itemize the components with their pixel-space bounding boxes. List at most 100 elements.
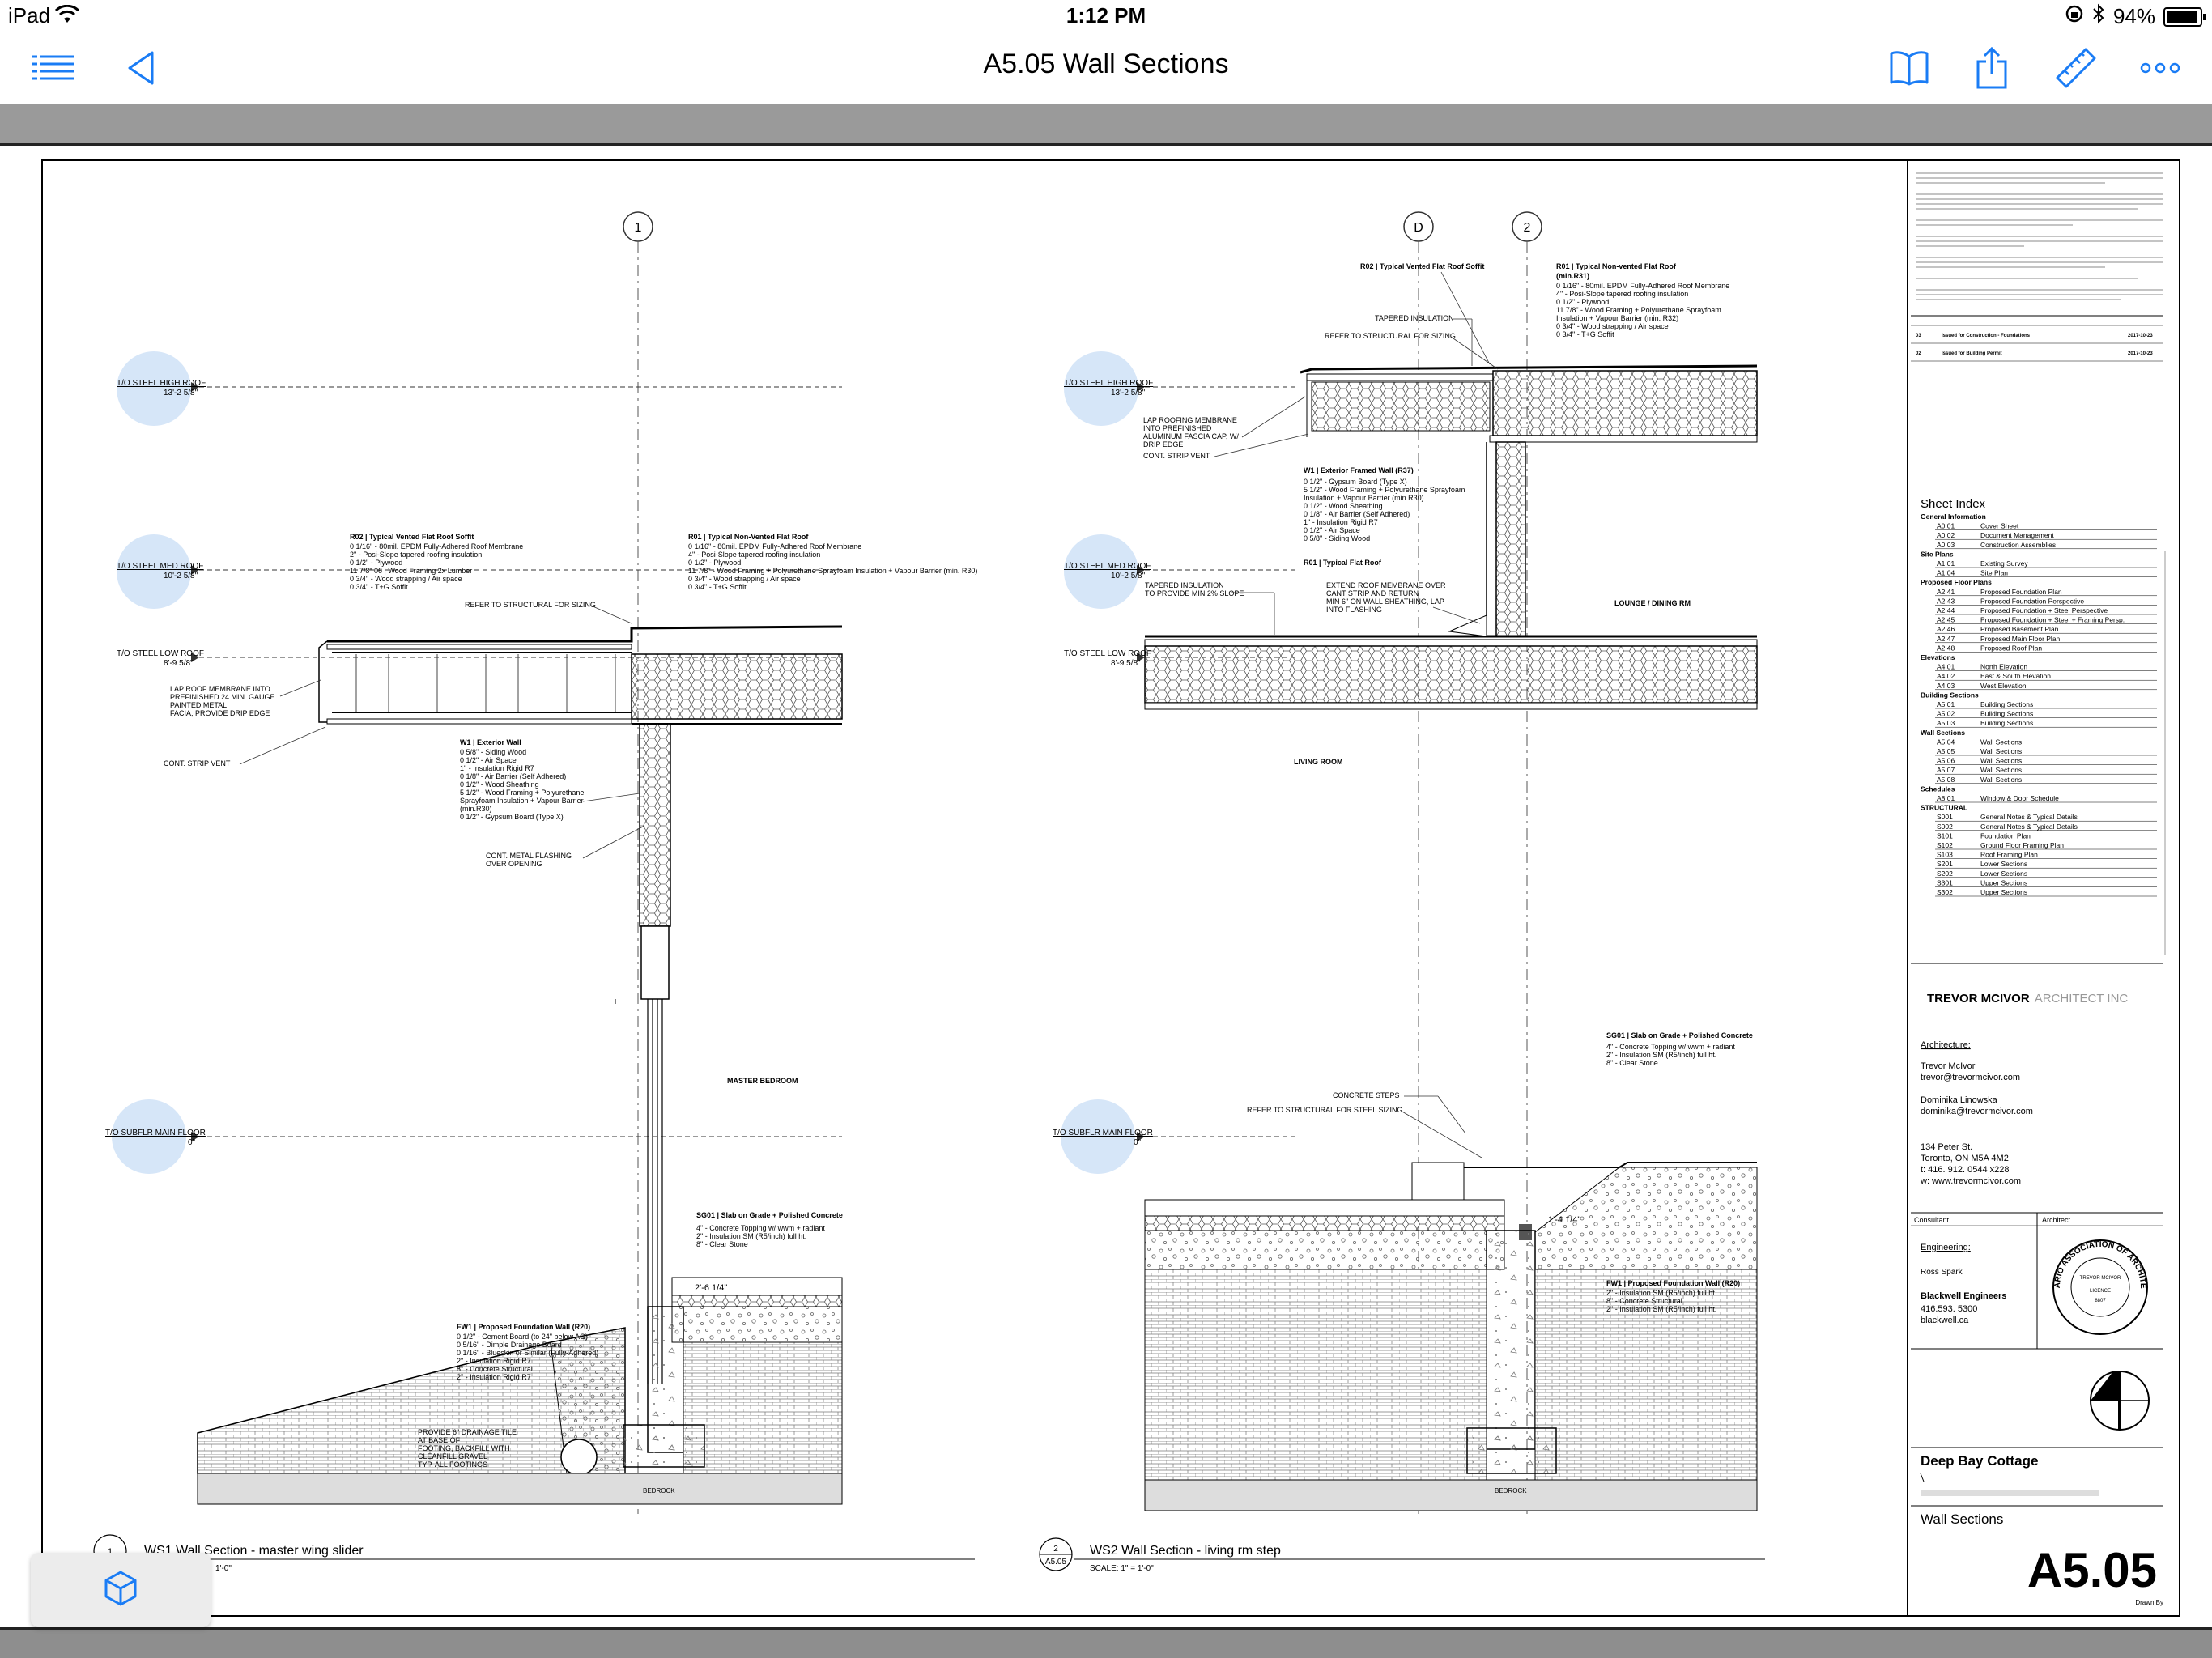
note-line: 0 1/2" - Plywood [1556, 298, 1609, 306]
note-lines: LAP ROOFING MEMBRANE INTO PREFINISHED ALUM… [1143, 416, 1239, 449]
note-line: w: www.trevormcivor.com [1920, 1176, 2021, 1186]
caption-number: 2 [1053, 1545, 1058, 1554]
north-arrow-icon [2090, 1371, 2150, 1431]
sheet-name-cell: Upper Sections [1980, 878, 2027, 886]
sheet-number-cell: A2.43 [1937, 597, 1955, 605]
cube-icon [101, 1569, 140, 1612]
note-lines: 0 1/16" - 80mil. EPDM Fully-Adhered Roof… [688, 542, 977, 591]
status-bar: iPad 1:12 PM 94% [0, 0, 2212, 32]
issue-cell: 03 [1916, 334, 1921, 338]
architect-email: trevor@trevormcivor.com [1921, 1073, 2020, 1082]
sheet-number-cell: A2.47 [1937, 635, 1955, 643]
sheet-number-cell: A0.03 [1937, 541, 1955, 549]
room-label: LOUNGE / DINING RM [1614, 599, 1691, 607]
sheet-name-cell: Existing Survey [1980, 559, 2028, 568]
level-label: T/O STEEL LOW ROOF [117, 649, 204, 658]
sheet-number-cell: S302 [1937, 888, 1953, 896]
issue-cell: 02 [1916, 351, 1921, 356]
sheet-name-cell: Construction Assemblies [1980, 541, 2056, 549]
ruler-icon[interactable] [2050, 44, 2102, 92]
share-icon[interactable] [1966, 44, 2018, 92]
architect-name: Trevor McIvor [1921, 1061, 1976, 1071]
caption-title: WS2 Wall Section - living rm step [1090, 1544, 1281, 1558]
sheet-number-cell: A2.45 [1937, 616, 1955, 624]
caption-scale: 1'-0" [215, 1564, 232, 1573]
note-line: 0 5/8" - Siding Wood [460, 748, 526, 756]
note-line: INTO FLASHING [1326, 606, 1382, 614]
grid-label-d: D [1414, 221, 1423, 235]
note-line: 1" - Insulation Rigid R7 [460, 764, 534, 772]
note-line: 2" - Insulation SM (R5/inch) full ht. [1606, 1305, 1716, 1313]
note-title: SG01 | Slab on Grade + Polished Concrete [696, 1211, 843, 1219]
sheet-name-cell: Foundation Plan [1980, 831, 2031, 840]
book-icon[interactable] [1883, 44, 1935, 92]
sheet-name-cell: Wall Sections [1980, 747, 2022, 755]
sheet-index-title: Sheet Index [1921, 497, 1986, 511]
note-line: DRIP EDGE [1143, 440, 1183, 449]
more-icon[interactable] [2134, 44, 2186, 92]
project-name: Deep Bay Cottage [1921, 1453, 2038, 1469]
sheet-number-cell: S101 [1937, 831, 1953, 840]
ws1-notes: R02 | Typical Vented Flat Roof Soffit 0 … [164, 533, 977, 1494]
ws2-foundation [1144, 1162, 1758, 1511]
sheet-name-cell: Wall Sections [1980, 776, 2022, 784]
sheet-name-cell: Building Sections [1980, 700, 2033, 708]
sheet-number-cell: A4.02 [1937, 672, 1955, 680]
level-label: T/O STEEL HIGH ROOF [1064, 379, 1153, 388]
caption-scale: SCALE: 1" = 1'-0" [1090, 1564, 1154, 1573]
ws1-caption: 1 WS1 Wall Section - master wing slider … [93, 1534, 975, 1573]
sheet-name-cell: Cover Sheet [1980, 522, 2019, 530]
sheet-name-cell: Lower Sections [1980, 869, 2027, 878]
sheet-name-cell: East & South Elevation [1980, 672, 2051, 680]
note-line: 8" - Clear Stone [696, 1240, 748, 1248]
sheet-name-cell: Building Sections [1980, 710, 2033, 718]
note-line: ALUMINUM FASCIA CAP, W/ [1143, 432, 1239, 440]
note-lines: 0 1/16" - 80mil. EPDM Fully-Adhered Roof… [350, 542, 523, 591]
sheet-name-cell: Proposed Foundation Perspective [1980, 597, 2084, 605]
sheet-number-cell: S102 [1937, 841, 1953, 849]
consultant-label: Consultant [1914, 1216, 1950, 1224]
note-line: 0 1/2" - Plywood [350, 559, 402, 567]
note-text: CONCRETE STEPS [1333, 1091, 1400, 1099]
note-text: BEDROCK [1495, 1487, 1527, 1494]
issue-table: 03 Issued for Construction - Foundations 2… [1911, 334, 2163, 362]
note-line: Toronto, ON M5A 4M2 [1921, 1154, 2009, 1163]
level-label: T/O STEEL LOW ROOF [1064, 649, 1151, 658]
sheet-number-cell: S103 [1937, 851, 1953, 859]
sheet-name-cell: Proposed Roof Plan [1980, 644, 2042, 652]
note-line: 0 1/16" - 80mil. EPDM Fully-Adhered Roof… [688, 542, 861, 551]
ws1-wall [615, 723, 671, 1384]
sheet-number-cell: A1.04 [1937, 569, 1955, 577]
note-line: LAP ROOFING MEMBRANE [1143, 416, 1237, 424]
note-line: 0 1/2" - Wood Sheathing [1304, 502, 1383, 510]
ws2-level-high-roof: T/O STEEL HIGH ROOF 13'-2 5/8" [1064, 351, 1299, 426]
sheet-number-cell: A5.01 [1937, 700, 1955, 708]
note-line: 0 1/2" - Cement Board (to 24" below AG) [457, 1333, 588, 1341]
note-title: W1 | Exterior Framed Wall (R37) [1304, 466, 1414, 474]
note-line: 134 Peter St. [1921, 1142, 1972, 1152]
note-line: 0 1/8" - Air Barrier (Self Adhered) [1304, 510, 1410, 518]
sheet-number-cell: A5.02 [1937, 710, 1955, 718]
sheet-name-cell: Lower Sections [1980, 860, 2027, 868]
level-value: 10'-2 5/8" [1111, 572, 1146, 580]
sheet-name-cell: West Elevation [1980, 682, 2027, 690]
sheet-name-cell: Proposed Foundation Plan [1980, 588, 2062, 596]
level-value: 10'-2 5/8" [164, 572, 198, 580]
note-text: REFER TO STRUCTURAL FOR SIZING [465, 601, 596, 609]
page-title: A5.05 Wall Sections [983, 49, 1229, 79]
drawing-sheet[interactable]: 1 T/O STEEL HIGH ROOF 13'-2 5/8" T/O STE… [0, 143, 2212, 1630]
note-line: CONT. METAL FLASHING [486, 852, 572, 860]
note-line: 0 3/4" - T+G Soffit [350, 583, 408, 591]
note-line: 8" - Concrete Structural [457, 1365, 533, 1373]
sheet-name-cell: Proposed Foundation + Steel + Framing Pe… [1980, 616, 2125, 624]
note-line: 2" - Insulation Rigid R7 [457, 1373, 531, 1381]
level-value: 0" [188, 1138, 196, 1147]
nav-bar: A5.05 Wall Sections [0, 32, 2212, 104]
note-line: CANT STRIP AND RETURN [1326, 589, 1419, 597]
note-line: CLEANFILL GRAVEL [418, 1452, 487, 1460]
note-lines: 0 1/16" - 80mil. EPDM Fully-Adhered Roof… [1556, 282, 1729, 338]
note-line: TAPERED INSULATION [1145, 581, 1224, 589]
note-title: FW1 | Proposed Foundation Wall (R20) [1606, 1279, 1740, 1287]
3d-view-button[interactable] [31, 1553, 211, 1627]
sheet-number-cell: A4.03 [1937, 682, 1955, 690]
